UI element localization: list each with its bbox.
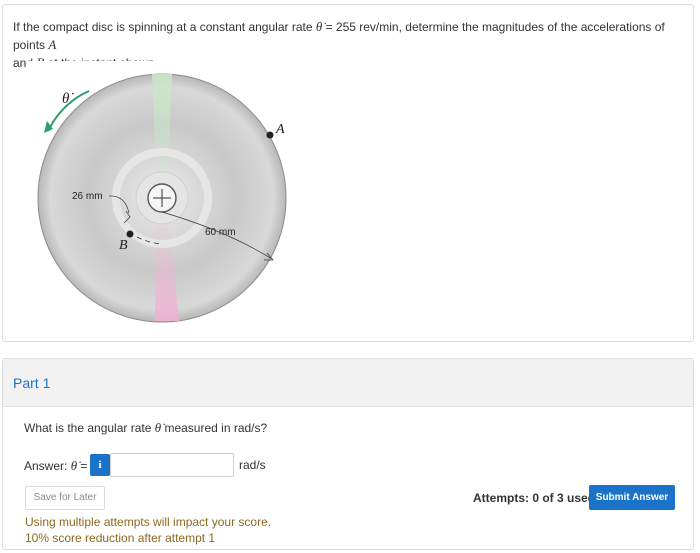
compact-disc-figure: θ̇ A B 26 mm 60 mm (27, 61, 307, 339)
answer-input[interactable] (110, 453, 234, 477)
attempts-warning: Using multiple attempts will impact your… (25, 515, 272, 545)
point-b-label: B (119, 238, 128, 253)
save-for-later-button[interactable]: Save for Later (25, 486, 105, 510)
attempts-counter: Attempts: 0 of 3 used (473, 491, 596, 505)
part-card: Part 1 What is the angular rate θ̇ measu… (2, 358, 694, 550)
answer-label: Answer: θ̇ = (24, 458, 88, 473)
part-question: What is the angular rate θ̇ measured in … (24, 420, 268, 435)
part-header: Part 1 (3, 359, 693, 407)
point-a-label: A (275, 122, 285, 137)
dimension-26mm: 26 mm (72, 191, 103, 202)
info-icon[interactable]: i (90, 454, 110, 476)
unit-label: rad/s (239, 458, 266, 472)
question-card: If the compact disc is spinning at a con… (2, 4, 694, 342)
submit-answer-button[interactable]: Submit Answer (589, 485, 675, 510)
point-b (126, 230, 134, 238)
part-title: Part 1 (13, 375, 51, 391)
point-a (266, 131, 274, 139)
